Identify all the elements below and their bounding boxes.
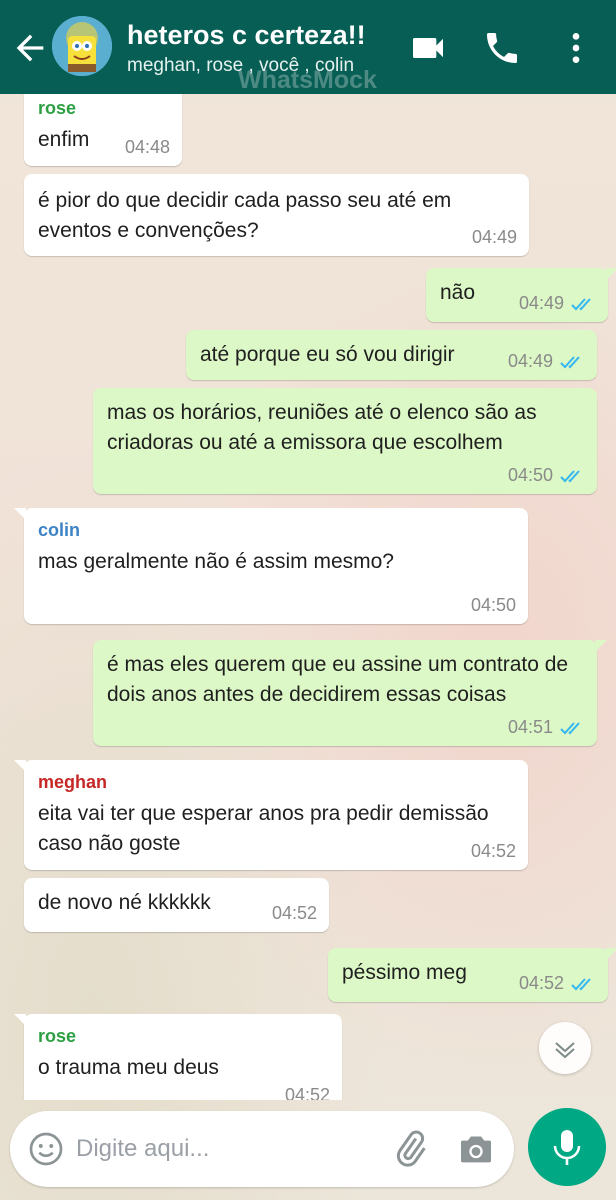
message-text: mas os horários, reuniões até o elenco s… [107, 401, 537, 454]
back-arrow-icon[interactable] [10, 28, 50, 68]
message-time: 04:50 [507, 465, 553, 485]
message-time: 04:51 [507, 717, 553, 737]
message-text: é mas eles querem que eu assine um contr… [107, 653, 569, 706]
message-text: é pior do que decidir cada passo seu até… [38, 189, 452, 242]
message-bubble-incoming[interactable]: meghan eita vai ter que esperar anos pra… [14, 760, 528, 870]
read-receipt-icon [571, 977, 591, 990]
message-time: 04:52 [284, 1085, 330, 1100]
message-text: eita vai ter que esperar anos pra pedir … [38, 802, 489, 855]
message-text: de novo né kkkkkk [38, 891, 211, 914]
message-bubble-incoming[interactable]: é pior do que decidir cada passo seu até… [24, 174, 529, 256]
message-bubble-outgoing[interactable]: é mas eles querem que eu assine um contr… [93, 640, 607, 746]
message-text: o trauma meu deus [38, 1056, 219, 1079]
mic-icon [553, 1130, 581, 1165]
scroll-to-bottom-button[interactable] [539, 1022, 591, 1074]
read-receipt-icon [571, 297, 591, 310]
message-time: 04:49 [471, 227, 517, 247]
message-bubble-incoming[interactable]: colin mas geralmente não é assim mesmo? … [14, 508, 528, 624]
message-bubble-incoming[interactable]: rose o trauma meu deus 04:52 [14, 1014, 342, 1100]
sender-name: meghan [38, 772, 108, 792]
message-time: 04:49 [507, 351, 553, 371]
more-options-icon[interactable] [556, 28, 596, 68]
group-avatar[interactable] [52, 16, 112, 76]
read-receipt-icon [560, 355, 580, 368]
sender-name: rose [38, 98, 77, 118]
message-text: mas geralmente não é assim mesmo? [38, 550, 394, 573]
message-text: péssimo meg [342, 961, 467, 984]
message-time: 04:52 [271, 903, 317, 923]
message-input[interactable]: Digite aqui... [76, 1135, 209, 1163]
chat-title[interactable]: heteros c certeza!! [127, 20, 366, 51]
attach-icon[interactable] [390, 1129, 430, 1169]
video-call-icon[interactable] [408, 28, 448, 68]
sponge-avatar-icon [52, 16, 112, 76]
message-text: até porque eu só vou dirigir [200, 343, 455, 366]
message-bubble-outgoing[interactable]: péssimo meg 04:52 [328, 948, 616, 1002]
message-time: 04:49 [518, 293, 564, 313]
scroll-down-icon [555, 1042, 575, 1059]
message-text: não [440, 281, 476, 304]
message-bubble-outgoing[interactable]: mas os horários, reuniões até o elenco s… [93, 388, 597, 494]
message-list[interactable]: rose enfim 04:48 é pior do que decidir c… [0, 94, 616, 1100]
whatsapp-chat-screen: heteros c certeza!! meghan, rose , você … [0, 0, 616, 1200]
voice-message-button[interactable] [528, 1108, 606, 1186]
emoji-icon[interactable] [28, 1131, 64, 1167]
read-receipt-icon [560, 721, 580, 734]
sender-name: rose [38, 1026, 77, 1046]
camera-icon[interactable] [456, 1129, 496, 1169]
sender-name: colin [38, 520, 81, 540]
message-time: 04:52 [470, 841, 516, 861]
chat-header: heteros c certeza!! meghan, rose , você … [0, 0, 616, 94]
phone-icon[interactable] [482, 28, 522, 68]
message-bubble-outgoing[interactable]: até porque eu só vou dirigir 04:49 [186, 330, 597, 380]
message-bubble-outgoing[interactable]: não 04:49 [426, 268, 616, 322]
message-time: 04:48 [124, 137, 170, 157]
message-bubble-incoming[interactable]: rose enfim 04:48 [24, 94, 182, 166]
message-time: 04:50 [470, 595, 516, 615]
watermark: WhatsMock [238, 66, 377, 94]
message-time: 04:52 [518, 973, 564, 993]
message-text: enfim [38, 128, 90, 151]
message-composer[interactable]: Digite aqui... [10, 1111, 514, 1187]
message-bubble-incoming[interactable]: de novo né kkkkkk 04:52 [24, 878, 329, 932]
read-receipt-icon [560, 469, 580, 482]
